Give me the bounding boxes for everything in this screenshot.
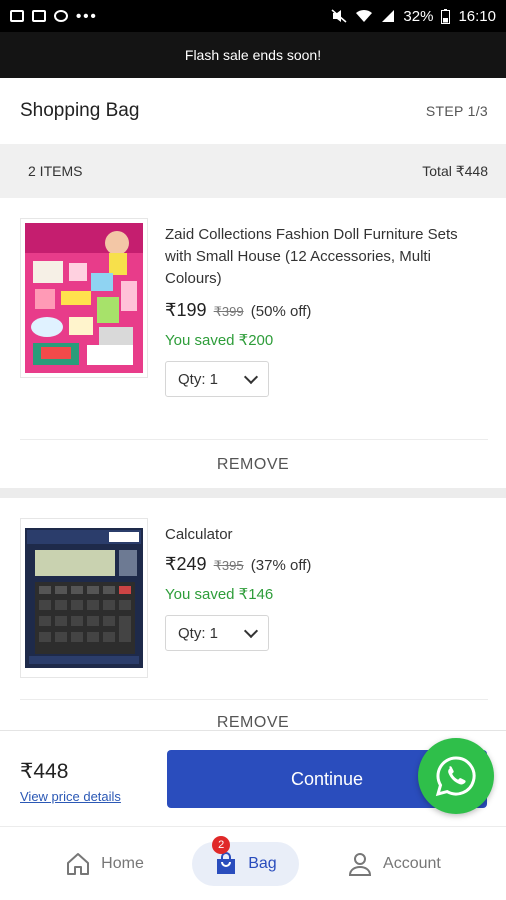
price-row: ₹199 ₹399 (50% off) — [165, 300, 485, 321]
savings-text: You saved ₹200 — [165, 332, 274, 349]
bottom-navigation: Home 2 Bag Account — [0, 826, 506, 900]
product-name[interactable]: Calculator — [165, 524, 485, 546]
discount-percent: (50% off) — [250, 303, 312, 320]
signal-icon — [382, 10, 395, 22]
item-info: Zaid Collections Fashion Doll Furniture … — [165, 224, 485, 397]
page-title: Shopping Bag — [20, 100, 140, 121]
mute-icon — [331, 9, 347, 23]
nav-account-label: Account — [383, 854, 441, 872]
status-notifications: ••• — [10, 8, 98, 25]
product-name[interactable]: Zaid Collections Fashion Doll Furniture … — [165, 224, 485, 290]
page-header: Shopping Bag STEP 1/3 — [0, 78, 506, 144]
whatsapp-button[interactable] — [418, 738, 494, 814]
bag-item: Zaid Collections Fashion Doll Furniture … — [0, 198, 506, 488]
price-row: ₹249 ₹395 (37% off) — [165, 554, 485, 575]
wifi-icon — [356, 9, 373, 22]
more-notifications-icon: ••• — [76, 7, 98, 25]
flash-sale-banner: Flash sale ends soon! — [0, 32, 506, 78]
home-icon — [67, 852, 90, 875]
nav-home[interactable]: Home — [43, 842, 166, 886]
calculator-image — [25, 528, 143, 668]
image-notification-icon — [10, 10, 24, 22]
quantity-label: Qty: 1 — [178, 624, 219, 642]
battery-icon — [441, 8, 451, 24]
item-info: Calculator ₹249 ₹395 (37% off) You saved… — [165, 524, 485, 651]
chevron-down-icon — [243, 623, 259, 638]
product-image[interactable] — [20, 518, 148, 678]
remove-button[interactable]: REMOVE — [0, 456, 506, 474]
bag-icon — [217, 851, 236, 874]
product-image[interactable] — [20, 218, 148, 378]
nav-bag-label: Bag — [248, 854, 277, 872]
view-price-details-link[interactable]: View price details — [20, 789, 121, 804]
message-notification-icon — [32, 10, 46, 22]
discount-percent: (37% off) — [250, 557, 312, 574]
doll-furniture-image — [25, 223, 143, 373]
bag-count-badge: 2 — [212, 835, 231, 854]
whatsapp-icon — [435, 756, 476, 797]
divider — [20, 699, 488, 700]
item-count: 2 ITEMS — [28, 163, 83, 179]
nav-bag[interactable]: 2 Bag — [192, 835, 299, 886]
account-icon — [349, 852, 372, 876]
nav-home-label: Home — [101, 854, 144, 872]
quantity-label: Qty: 1 — [178, 370, 219, 388]
phone-notification-icon — [54, 10, 68, 22]
original-price: ₹395 — [213, 558, 244, 573]
checkout-total: ₹448 — [20, 760, 69, 783]
checkout-step: STEP 1/3 — [425, 103, 488, 119]
savings-text: You saved ₹146 — [165, 586, 274, 603]
clock: 16:10 — [458, 7, 496, 25]
divider — [20, 439, 488, 440]
status-bar: ••• 32% 16:10 — [0, 0, 506, 32]
original-price: ₹399 — [213, 304, 244, 319]
quantity-selector[interactable]: Qty: 1 — [165, 361, 269, 397]
bag-summary: 2 ITEMS Total ₹448 — [0, 144, 506, 198]
flash-sale-text: Flash sale ends soon! — [184, 47, 322, 63]
battery-percent: 32% — [403, 7, 434, 25]
bag-total: Total ₹448 — [422, 162, 488, 179]
current-price: ₹199 — [165, 300, 207, 320]
remove-button[interactable]: REMOVE — [0, 714, 506, 730]
status-indicators: 32% 16:10 — [331, 8, 496, 25]
nav-account[interactable]: Account — [325, 842, 463, 886]
current-price: ₹249 — [165, 554, 207, 574]
bag-item: Calculator ₹249 ₹395 (37% off) You saved… — [0, 498, 506, 730]
quantity-selector[interactable]: Qty: 1 — [165, 615, 269, 651]
chevron-down-icon — [243, 369, 259, 384]
